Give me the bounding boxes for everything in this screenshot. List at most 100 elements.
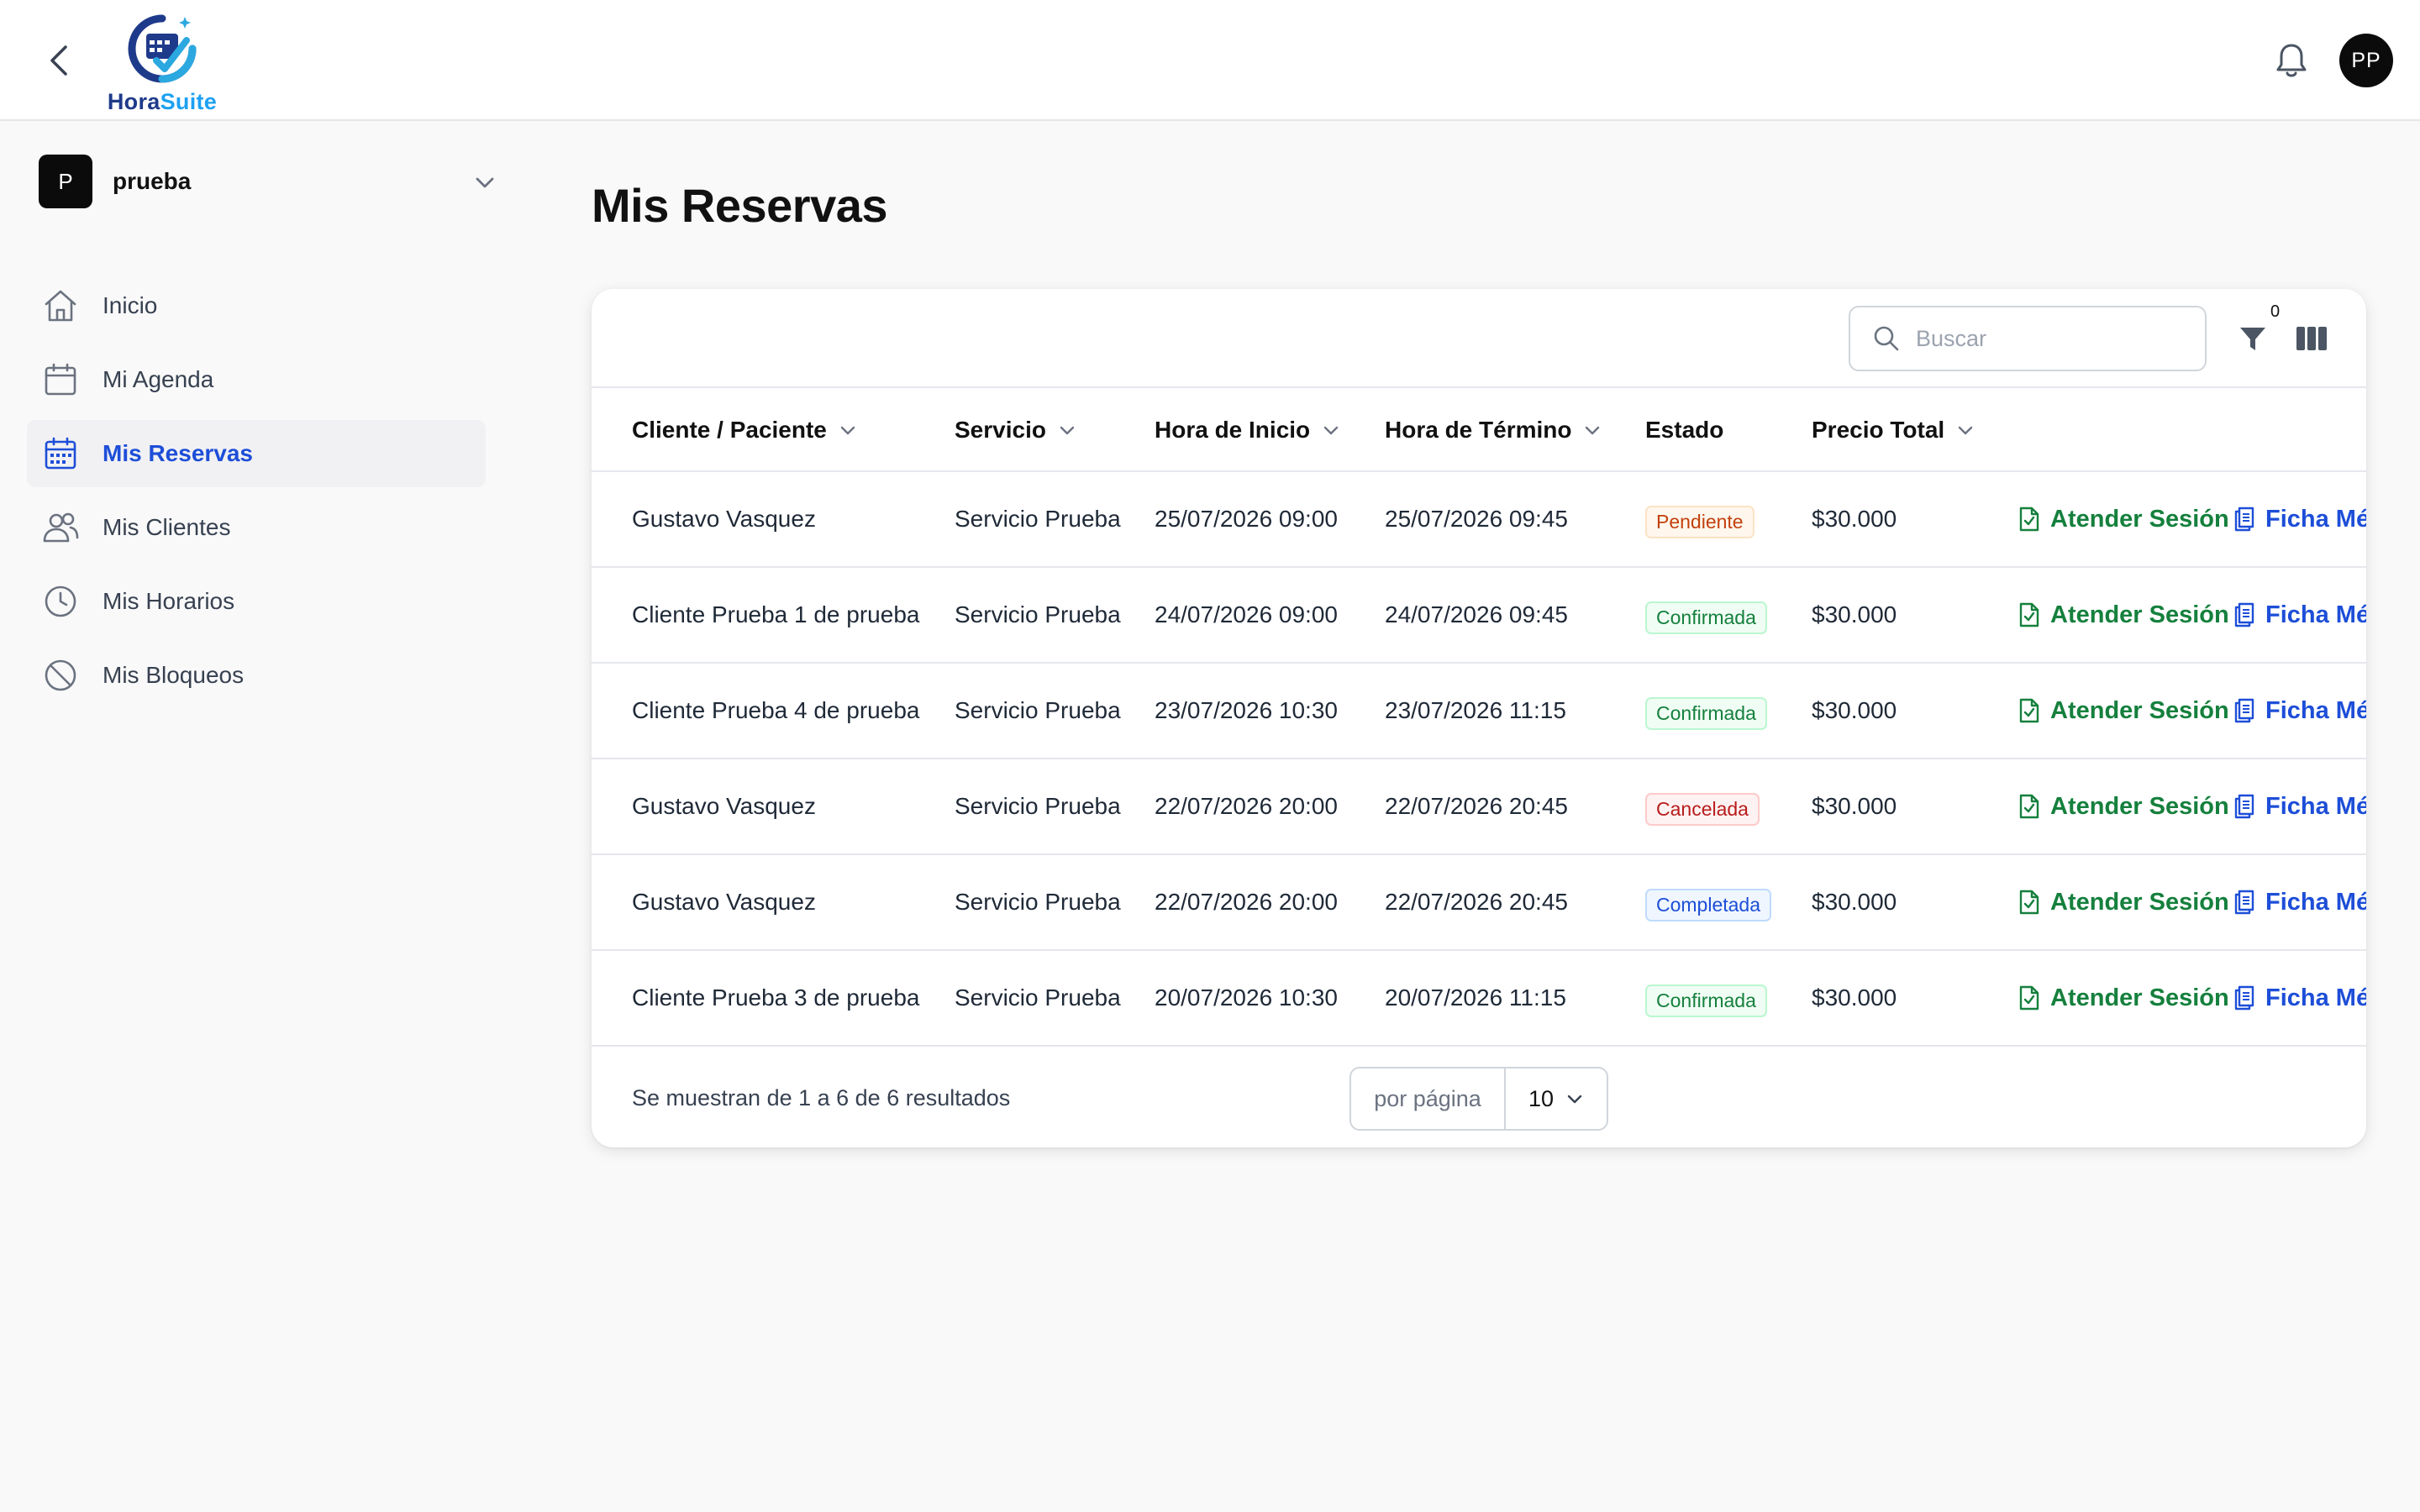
cell-precio: $30.000 (1812, 601, 1897, 627)
per-page-control: por página 10 (1349, 1067, 1608, 1131)
cell-cliente: Gustavo Vasquez (632, 793, 816, 819)
chevron-down-icon (840, 426, 855, 435)
clipboard-icon (2234, 794, 2254, 819)
document-check-icon (2019, 507, 2039, 532)
app-logo[interactable]: HoraSuite (99, 8, 225, 114)
medical-record-button[interactable]: Ficha Méd (2233, 855, 2366, 949)
cell-cliente: Cliente Prueba 1 de prueba (632, 601, 920, 627)
cell-estado: Confirmada (1645, 951, 1767, 1045)
cell-estado: Cancelada (1645, 759, 1760, 853)
home-icon (42, 287, 79, 324)
attend-session-button[interactable]: Atender Sesión (2018, 472, 2229, 566)
user-avatar[interactable]: PP (2339, 34, 2393, 87)
table-row: Gustavo Vasquez Servicio Prueba 22/07/20… (592, 759, 2366, 855)
sidebar-item-label: Mis Horarios (103, 588, 235, 614)
cell-cliente: Gustavo Vasquez (632, 506, 816, 532)
sidebar-item-label: Mis Reservas (103, 440, 254, 466)
document-check-icon (2019, 985, 2039, 1011)
table-header: Cliente / Paciente Servicio Hora de Inic… (592, 388, 2366, 472)
cell-precio: $30.000 (1812, 984, 1897, 1011)
sidebar-item-mis-reservas[interactable]: Mis Reservas (27, 420, 486, 487)
cell-cliente: Cliente Prueba 3 de prueba (632, 984, 920, 1011)
cell-termino: 22/07/2026 20:45 (1385, 889, 1568, 915)
clipboard-icon (2234, 507, 2254, 532)
logo-text: HoraSuite (107, 89, 218, 114)
chevron-down-icon (1958, 426, 1973, 435)
cell-servicio: Servicio Prueba (955, 889, 1121, 915)
sidebar-item-mis-clientes[interactable]: Mis Clientes (27, 494, 486, 561)
filter-button[interactable] (2232, 318, 2274, 360)
medical-record-button[interactable]: Ficha Méd (2233, 951, 2366, 1045)
back-button[interactable] (39, 39, 79, 82)
cell-inicio: 25/07/2026 09:00 (1155, 506, 1338, 532)
column-header-inicio[interactable]: Hora de Inicio (1155, 388, 1340, 472)
cell-termino: 20/07/2026 11:15 (1385, 984, 1566, 1011)
attend-session-button[interactable]: Atender Sesión (2018, 951, 2229, 1045)
cell-servicio: Servicio Prueba (955, 506, 1121, 532)
workspace-name: prueba (113, 168, 192, 194)
table-row: Cliente Prueba 1 de prueba Servicio Prue… (592, 568, 2366, 664)
cell-cliente: Gustavo Vasquez (632, 889, 816, 915)
document-check-icon (2019, 698, 2039, 723)
status-badge: Cancelada (1645, 792, 1760, 826)
status-badge: Confirmada (1645, 984, 1767, 1017)
sidebar-item-inicio[interactable]: Inicio (27, 272, 486, 339)
search-box[interactable] (1849, 306, 2207, 371)
table-footer: Se muestran de 1 a 6 de 6 resultados por… (592, 1047, 2366, 1147)
per-page-select[interactable]: 10 (1506, 1086, 1607, 1112)
cell-estado: Pendiente (1645, 472, 1754, 566)
cell-precio: $30.000 (1812, 697, 1897, 723)
notifications-button[interactable] (2269, 37, 2314, 84)
attend-session-button[interactable]: Atender Sesión (2018, 664, 2229, 758)
table-toolbar: 0 (592, 289, 2366, 388)
status-badge: Confirmada (1645, 696, 1767, 730)
cell-inicio: 22/07/2026 20:00 (1155, 889, 1338, 915)
workspace-selector[interactable]: P prueba (39, 155, 497, 208)
attend-session-button[interactable]: Atender Sesión (2018, 568, 2229, 662)
cell-servicio: Servicio Prueba (955, 793, 1121, 819)
cell-servicio: Servicio Prueba (955, 984, 1121, 1011)
attend-session-button[interactable]: Atender Sesión (2018, 855, 2229, 949)
column-header-servicio[interactable]: Servicio (955, 388, 1076, 472)
calendar-grid-icon (42, 435, 79, 472)
filter-count-badge: 0 (2270, 302, 2281, 321)
sidebar-item-mis-bloqueos[interactable]: Mis Bloqueos (27, 642, 486, 709)
cell-cliente: Cliente Prueba 4 de prueba (632, 697, 920, 723)
cell-termino: 22/07/2026 20:45 (1385, 793, 1568, 819)
cell-servicio: Servicio Prueba (955, 697, 1121, 723)
calendar-icon (42, 361, 79, 398)
document-check-icon (2019, 794, 2039, 819)
cell-termino: 24/07/2026 09:45 (1385, 601, 1568, 627)
chevron-down-icon (1323, 426, 1339, 435)
sidebar-item-mis-horarios[interactable]: Mis Horarios (27, 568, 486, 635)
attend-session-button[interactable]: Atender Sesión (2018, 759, 2229, 853)
search-icon (1874, 326, 1899, 351)
logo-mark-icon (128, 14, 197, 83)
chevron-down-icon (1586, 426, 1600, 435)
top-bar: HoraSuite PP (0, 0, 2420, 121)
cell-estado: Confirmada (1645, 664, 1767, 758)
medical-record-button[interactable]: Ficha Méd (2233, 472, 2366, 566)
cell-estado: Confirmada (1645, 568, 1767, 662)
chevron-down-icon (1567, 1095, 1582, 1104)
column-header-termino[interactable]: Hora de Término (1385, 388, 1602, 472)
bell-icon (2276, 44, 2307, 77)
sidebar-item-mi-agenda[interactable]: Mi Agenda (27, 346, 486, 413)
table-row: Gustavo Vasquez Servicio Prueba 22/07/20… (592, 855, 2366, 951)
search-input[interactable] (1916, 325, 2185, 352)
column-header-precio[interactable]: Precio Total (1812, 388, 1975, 472)
table-row: Gustavo Vasquez Servicio Prueba 25/07/20… (592, 472, 2366, 568)
column-header-cliente[interactable]: Cliente / Paciente (632, 388, 857, 472)
cell-precio: $30.000 (1812, 889, 1897, 915)
clipboard-icon (2234, 985, 2254, 1011)
sidebar-item-label: Inicio (103, 292, 158, 318)
medical-record-button[interactable]: Ficha Méd (2233, 759, 2366, 853)
reservations-card: 0 Cliente / Paciente Servicio Hora de In… (592, 289, 2366, 1147)
clipboard-icon (2234, 602, 2254, 627)
columns-button[interactable] (2291, 318, 2333, 360)
medical-record-button[interactable]: Ficha Méd (2233, 568, 2366, 662)
medical-record-button[interactable]: Ficha Méd (2233, 664, 2366, 758)
block-icon (42, 657, 79, 694)
cell-termino: 25/07/2026 09:45 (1385, 506, 1568, 532)
status-badge: Pendiente (1645, 505, 1754, 538)
